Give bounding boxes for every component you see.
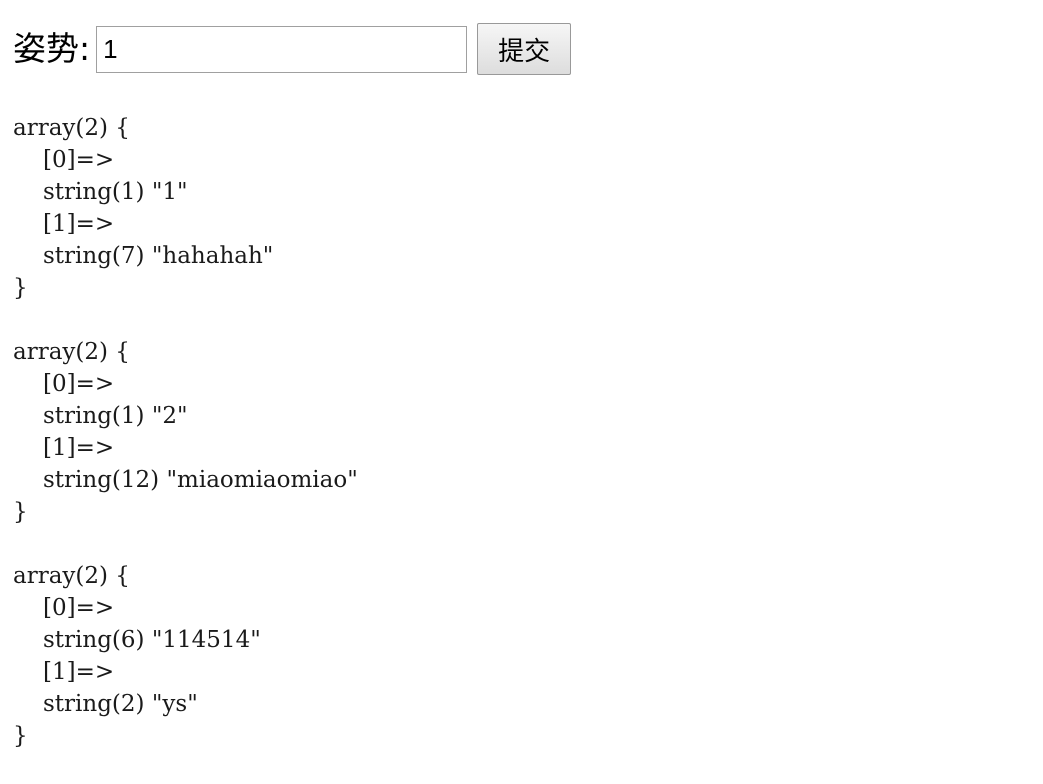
submit-button[interactable]: 提交: [477, 23, 572, 75]
array-dump: array(2) { [0]=> string(1) "2" [1]=> str…: [13, 336, 358, 528]
array-key: [1]=>: [43, 435, 115, 461]
array-value: string(1) "2": [43, 403, 188, 429]
pose-input[interactable]: [96, 25, 468, 73]
array-value: string(2) "ys": [43, 691, 198, 717]
array-value: string(12) "miaomiaomiao": [43, 467, 358, 493]
array-footer: }: [13, 499, 28, 525]
array-header: array(2) {: [13, 339, 130, 365]
array-key: [0]=>: [43, 147, 115, 173]
array-footer: }: [13, 275, 28, 301]
array-value: string(1) "1": [43, 179, 188, 205]
array-key: [0]=>: [43, 371, 115, 397]
array-dump: array(2) { [0]=> string(1) "1" [1]=> str…: [13, 112, 358, 304]
var-dump-output: array(2) { [0]=> string(1) "1" [1]=> str…: [13, 112, 358, 784]
array-value: string(6) "114514": [43, 627, 261, 653]
array-dump: array(2) { [0]=> string(6) "114514" [1]=…: [13, 560, 358, 752]
pose-label: 姿势:: [13, 29, 91, 68]
array-key: [0]=>: [43, 595, 115, 621]
array-footer: }: [13, 723, 28, 749]
array-key: [1]=>: [43, 659, 115, 685]
array-header: array(2) {: [13, 563, 130, 589]
pose-form: 姿势: 提交: [13, 23, 572, 75]
array-header: array(2) {: [13, 115, 130, 141]
array-value: string(7) "hahahah": [43, 243, 274, 269]
array-key: [1]=>: [43, 211, 115, 237]
